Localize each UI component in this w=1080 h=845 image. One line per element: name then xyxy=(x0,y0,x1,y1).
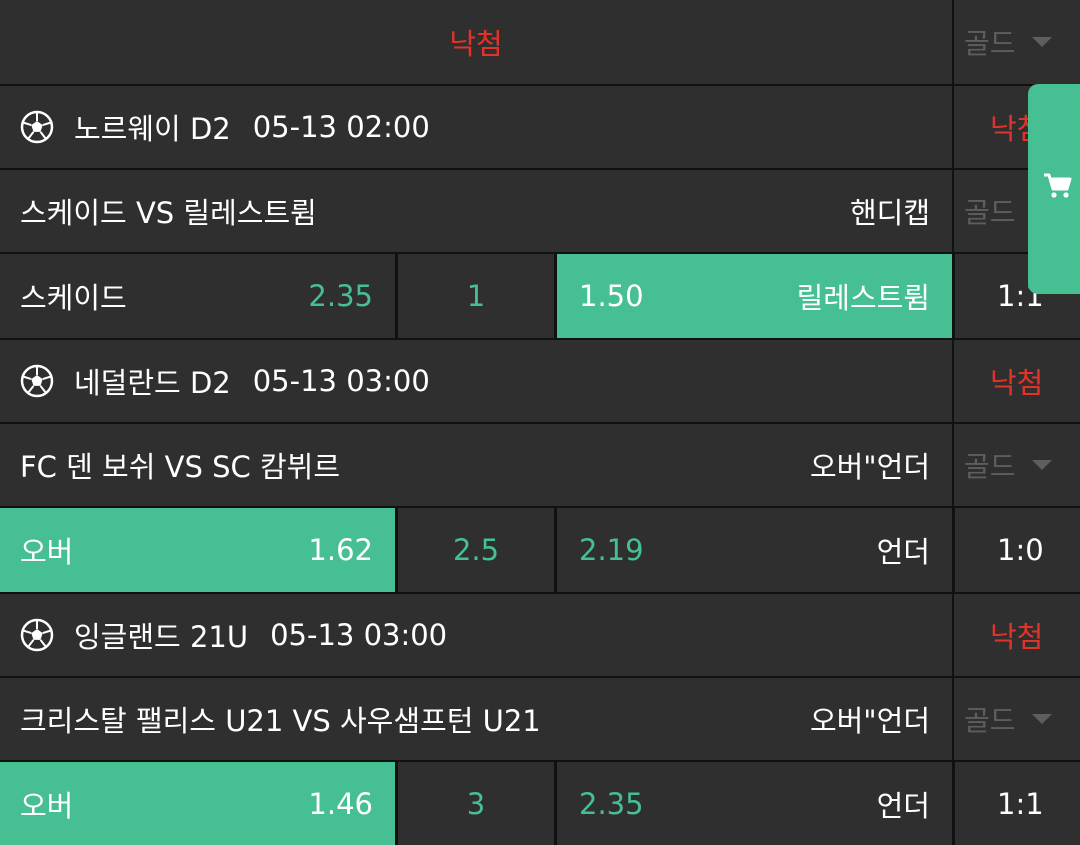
soccer-ball-icon xyxy=(20,110,54,144)
gold-dropdown[interactable]: 골드 xyxy=(954,424,1080,506)
soccer-ball-icon xyxy=(20,618,54,652)
gold-dropdown[interactable]: 골드 xyxy=(954,678,1080,760)
league-name: 노르웨이 D2 xyxy=(74,112,231,146)
score-cell: 1:0 xyxy=(955,508,1080,592)
caret-down-icon xyxy=(1031,460,1052,470)
bet-type: 오버"언더 xyxy=(809,450,930,484)
away-label: 언더 xyxy=(876,788,930,823)
match-time: 05-13 03:00 xyxy=(252,364,430,398)
match-teams-row: FC 덴 보쉬 VS SC 캄뷔르 오버"언더 골드 xyxy=(0,424,1080,506)
match-league-row: 네덜란드 D2 05-13 03:00 낙첨 xyxy=(0,340,1080,422)
line-cell: 3 xyxy=(398,762,554,845)
home-odds-cell[interactable]: 오버 1.62 xyxy=(0,508,395,592)
odds-row: 스케이드 2.35 1 1.50 릴레스트륌 1:1 xyxy=(0,254,1080,338)
match-time: 05-13 02:00 xyxy=(252,110,430,144)
summary-result: 낙첨 xyxy=(0,0,952,84)
odds-row: 오버 1.62 2.5 2.19 언더 1:0 xyxy=(0,508,1080,592)
score-cell: 1:1 xyxy=(955,762,1080,845)
match-teams: FC 덴 보쉬 VS SC 캄뷔르 xyxy=(20,450,341,484)
match-league-cell: 노르웨이 D2 05-13 02:00 xyxy=(0,86,952,168)
home-odds: 2.35 xyxy=(308,279,373,313)
away-label: 릴레스트륌 xyxy=(796,281,930,315)
match-teams-cell: FC 덴 보쉬 VS SC 캄뷔르 오버"언더 xyxy=(0,424,952,506)
gold-dropdown-label: 골드 xyxy=(964,196,1016,229)
match-teams: 스케이드 VS 릴레스트륌 xyxy=(20,196,317,230)
caret-down-icon xyxy=(1031,714,1052,724)
away-odds-cell[interactable]: 2.19 언더 xyxy=(557,508,952,592)
cart-icon xyxy=(1044,173,1072,198)
away-odds: 1.50 xyxy=(579,279,644,313)
match-league-row: 노르웨이 D2 05-13 02:00 낙첨 xyxy=(0,86,1080,168)
match-league-cell: 잉글랜드 21U 05-13 03:00 xyxy=(0,594,952,676)
home-label: 오버 xyxy=(20,788,74,823)
gold-dropdown-label: 골드 xyxy=(964,27,1016,60)
home-odds: 1.62 xyxy=(308,533,373,567)
home-odds-cell[interactable]: 스케이드 2.35 xyxy=(0,254,395,338)
home-label: 스케이드 xyxy=(20,281,127,315)
line-cell: 1 xyxy=(398,254,554,338)
match-league-cell: 네덜란드 D2 05-13 03:00 xyxy=(0,340,952,422)
gold-dropdown-label: 골드 xyxy=(964,450,1016,483)
away-label: 언더 xyxy=(876,535,930,569)
match-teams-cell: 스케이드 VS 릴레스트륌 핸디캡 xyxy=(0,170,952,252)
home-odds: 1.46 xyxy=(308,786,373,821)
league-name: 잉글랜드 21U xyxy=(74,620,249,654)
match-result: 낙첨 xyxy=(954,340,1080,422)
bet-type: 핸디캡 xyxy=(849,196,930,230)
soccer-ball-icon xyxy=(20,364,54,398)
match-league-row: 잉글랜드 21U 05-13 03:00 낙첨 xyxy=(0,594,1080,676)
match-result: 낙첨 xyxy=(954,594,1080,676)
home-label: 오버 xyxy=(20,535,74,569)
line-cell: 2.5 xyxy=(398,508,554,592)
home-odds-cell[interactable]: 오버 1.46 xyxy=(0,762,395,845)
match-teams-cell: 크리스탈 팰리스 U21 VS 사우샘프턴 U21 오버"언더 xyxy=(0,678,952,760)
odds-row: 오버 1.46 3 2.35 언더 1:1 xyxy=(0,762,1080,845)
cart-button[interactable] xyxy=(1028,84,1080,294)
caret-down-icon xyxy=(1031,37,1052,47)
match-time: 05-13 03:00 xyxy=(270,618,448,652)
away-odds-cell[interactable]: 2.35 언더 xyxy=(557,762,952,845)
league-name: 네덜란드 D2 xyxy=(74,366,231,400)
match-teams: 크리스탈 팰리스 U21 VS 사우샘프턴 U21 xyxy=(20,704,541,738)
away-odds: 2.19 xyxy=(579,533,644,567)
match-teams-row: 스케이드 VS 릴레스트륌 핸디캡 골드 xyxy=(0,170,1080,252)
gold-dropdown[interactable]: 골드 xyxy=(954,0,1080,84)
gold-dropdown-label: 골드 xyxy=(964,704,1016,737)
summary-header-row: 낙첨 골드 xyxy=(0,0,1080,84)
away-odds-cell[interactable]: 1.50 릴레스트륌 xyxy=(557,254,952,338)
bet-type: 오버"언더 xyxy=(809,704,930,738)
away-odds: 2.35 xyxy=(579,786,644,821)
match-teams-row: 크리스탈 팰리스 U21 VS 사우샘프턴 U21 오버"언더 골드 xyxy=(0,678,1080,760)
